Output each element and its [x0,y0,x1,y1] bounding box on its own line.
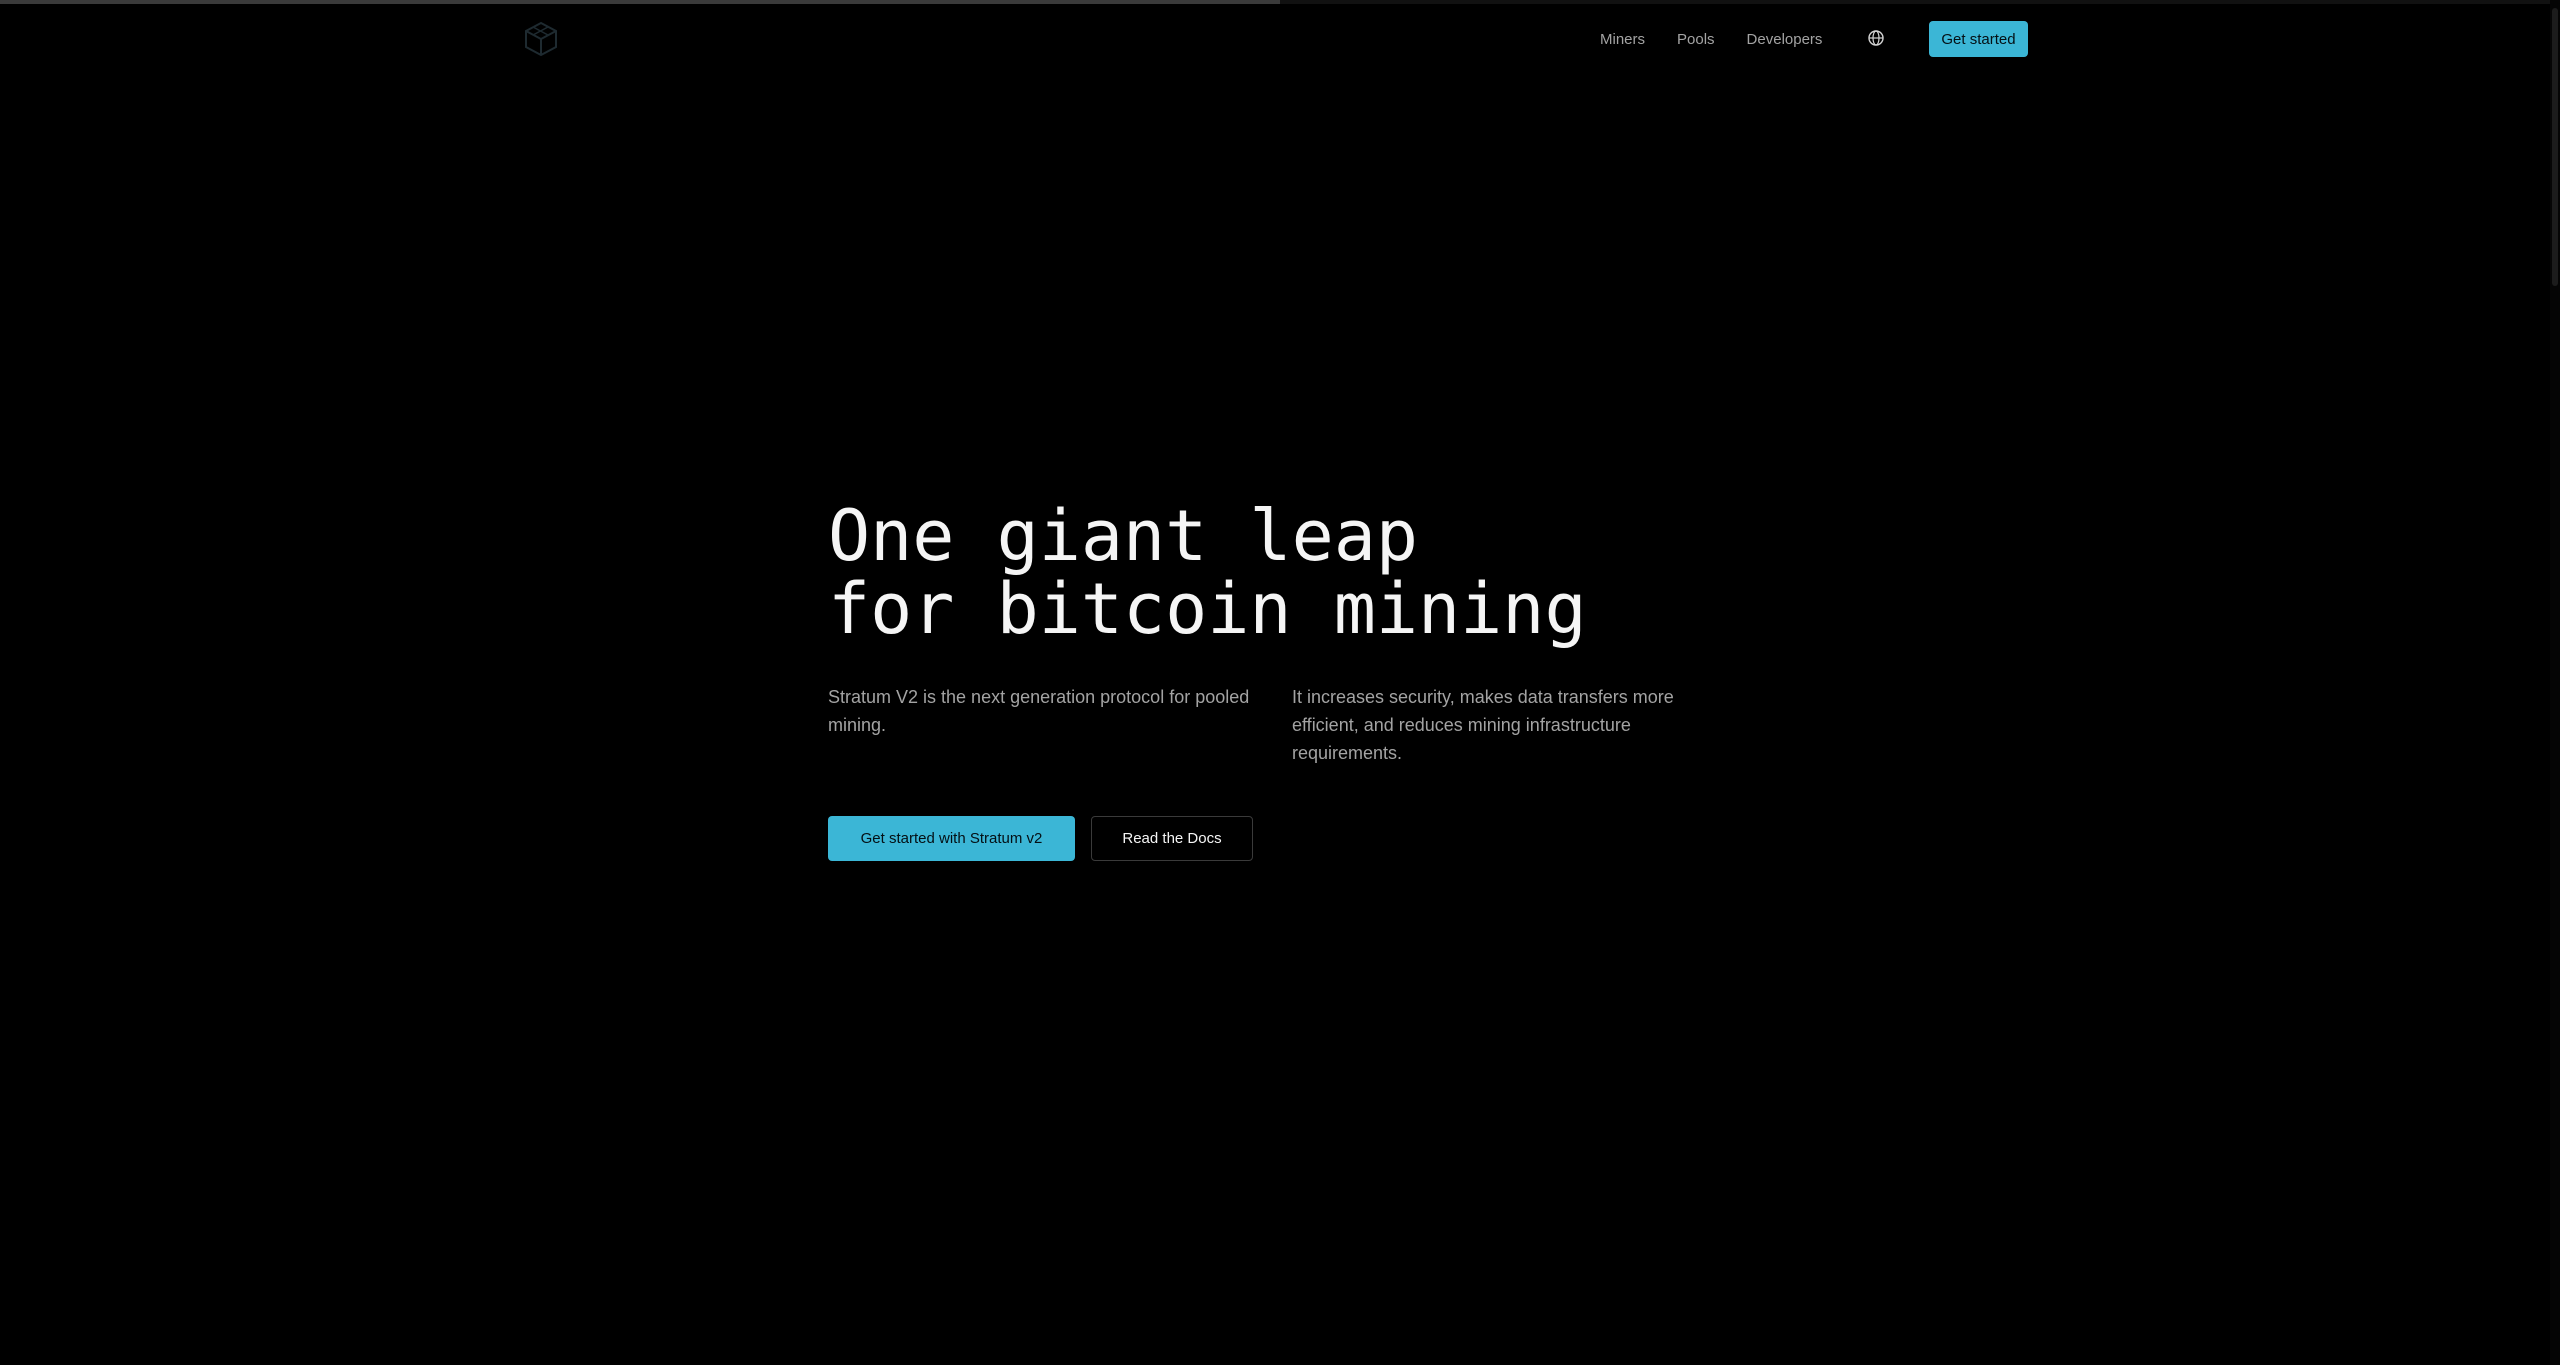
nav-link-developers[interactable]: Developers [1747,31,1823,48]
get-started-stratum-button[interactable]: Get started with Stratum v2 [828,816,1075,861]
globe-icon[interactable] [1866,28,1886,48]
top-navigation: Miners Pools Developers Get started [0,0,2560,78]
hero-title: One giant leap for bitcoin mining [828,500,1728,646]
hero-title-line-1: One giant leap [828,495,1419,577]
hero-title-line-2: for bitcoin mining [828,568,1587,650]
scrollbar[interactable] [2550,0,2560,1365]
read-docs-button[interactable]: Read the Docs [1091,816,1253,861]
nav-links: Miners Pools Developers [1600,22,1822,56]
logo-icon[interactable] [522,20,560,58]
nav-link-pools[interactable]: Pools [1677,31,1715,48]
hero-cta-group: Get started with Stratum v2 Read the Doc… [828,816,1253,861]
nav-link-miners[interactable]: Miners [1600,31,1645,48]
hero-section: One giant leap for bitcoin mining Stratu… [828,500,1728,861]
hero-description-right: It increases security, makes data transf… [1292,687,1674,763]
page: Miners Pools Developers Get started One … [0,0,2560,1365]
get-started-button[interactable]: Get started [1929,21,2028,57]
hero-description-left: Stratum V2 is the next generation protoc… [828,687,1250,735]
